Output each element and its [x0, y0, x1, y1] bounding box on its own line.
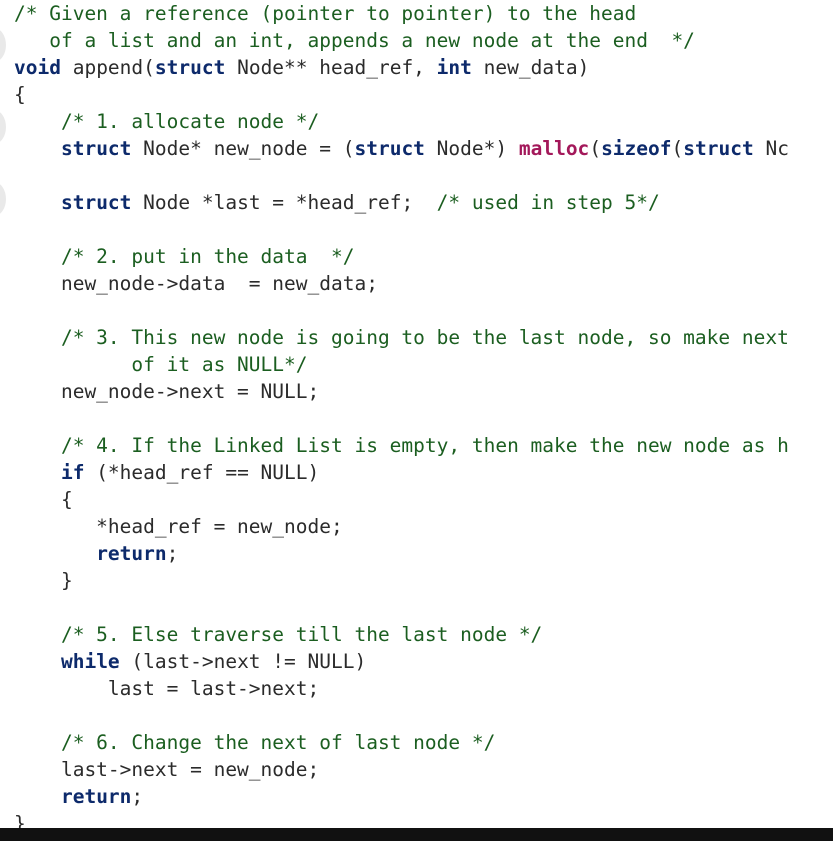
code-token: *head_ref = new_node;	[14, 515, 343, 538]
gutter-marker	[0, 110, 6, 144]
code-token: ;	[131, 785, 144, 808]
code-line: last->next = new_node;	[14, 756, 319, 783]
code-token: last = last->next;	[14, 677, 320, 700]
code-token: /* 5. Else traverse till the last node *…	[14, 623, 543, 646]
code-line: /* 4. If the Linked List is empty, then …	[14, 432, 789, 459]
code-line: return;	[14, 783, 143, 810]
code-token: of it as NULL*/	[14, 353, 308, 376]
code-line: /* 3. This new node is going to be the l…	[14, 324, 789, 351]
code-token: last->next = new_node;	[14, 758, 320, 781]
code-editor[interactable]: /* Given a reference (pointer to pointer…	[0, 0, 833, 828]
code-token: sizeof	[601, 137, 672, 160]
code-token: if	[60, 461, 85, 484]
code-token: struct	[683, 137, 754, 160]
code-line: return;	[14, 540, 178, 567]
code-token: new_data)	[471, 56, 590, 79]
code-line: last = last->next;	[14, 675, 319, 702]
gutter-marker	[0, 28, 6, 62]
code-token: new_node->next = NULL;	[14, 380, 320, 403]
code-token: void	[14, 56, 61, 79]
code-line: struct Node* new_node = (struct Node*) m…	[14, 135, 789, 162]
code-token: malloc	[518, 137, 590, 160]
code-token: struct	[60, 191, 132, 214]
code-token: Node* new_node = (	[131, 137, 355, 160]
code-line: }	[14, 810, 26, 828]
code-token: struct	[354, 137, 425, 160]
code-token: int	[436, 56, 472, 79]
code-token: /* used in step 5*/	[436, 191, 660, 214]
code-line: of a list and an int, appends a new node…	[14, 27, 695, 54]
code-line: if (*head_ref == NULL)	[14, 459, 319, 486]
code-line: /* 5. Else traverse till the last node *…	[14, 621, 542, 648]
code-token: /* 4. If the Linked List is empty, then …	[14, 434, 789, 457]
code-token: new_node->data = new_data;	[14, 272, 378, 295]
code-token: (last->next != NULL)	[119, 650, 367, 673]
code-token: Node *last = *head_ref;	[131, 191, 437, 214]
bottom-bar	[0, 828, 833, 841]
code-line: /* 6. Change the next of last node */	[14, 729, 495, 756]
code-token: Nc	[753, 137, 789, 160]
code-token: ;	[166, 542, 179, 565]
code-line: while (last->next != NULL)	[14, 648, 366, 675]
code-token: {	[14, 488, 73, 511]
code-token: Node*)	[424, 137, 519, 160]
code-token: append(	[60, 56, 155, 79]
code-token: return	[96, 542, 167, 565]
code-token: /* 6. Change the next of last node */	[14, 731, 496, 754]
code-token: (*head_ref == NULL)	[84, 461, 320, 484]
code-line: new_node->next = NULL;	[14, 378, 319, 405]
code-line: /* 1. allocate node */	[14, 108, 319, 135]
code-token: (	[671, 137, 684, 160]
code-token: /* 2. put in the data */	[14, 245, 355, 268]
code-line: {	[14, 81, 26, 108]
code-token: return	[60, 785, 132, 808]
code-token: }	[14, 812, 26, 828]
code-token: of a list and an int, appends a new node…	[14, 29, 695, 52]
code-line: {	[14, 486, 73, 513]
code-line: void append(struct Node** head_ref, int …	[14, 54, 589, 81]
code-token: /* Given a reference (pointer to pointer…	[14, 2, 637, 25]
code-line: struct Node *last = *head_ref; /* used i…	[14, 189, 660, 216]
code-line: new_node->data = new_data;	[14, 270, 378, 297]
code-token: struct	[154, 56, 226, 79]
code-line: of it as NULL*/	[14, 351, 308, 378]
code-line: /* Given a reference (pointer to pointer…	[14, 0, 636, 27]
code-token: }	[14, 569, 73, 592]
code-token: Node** head_ref,	[225, 56, 437, 79]
code-token: {	[14, 83, 26, 106]
gutter-marker	[0, 182, 6, 216]
code-token: struct	[60, 137, 132, 160]
code-token: (	[589, 137, 602, 160]
code-token: /* 3. This new node is going to be the l…	[14, 326, 789, 349]
code-line: *head_ref = new_node;	[14, 513, 343, 540]
code-line: /* 2. put in the data */	[14, 243, 355, 270]
code-token: /* 1. allocate node */	[14, 110, 320, 133]
code-token: while	[60, 650, 120, 673]
code-line: }	[14, 567, 73, 594]
